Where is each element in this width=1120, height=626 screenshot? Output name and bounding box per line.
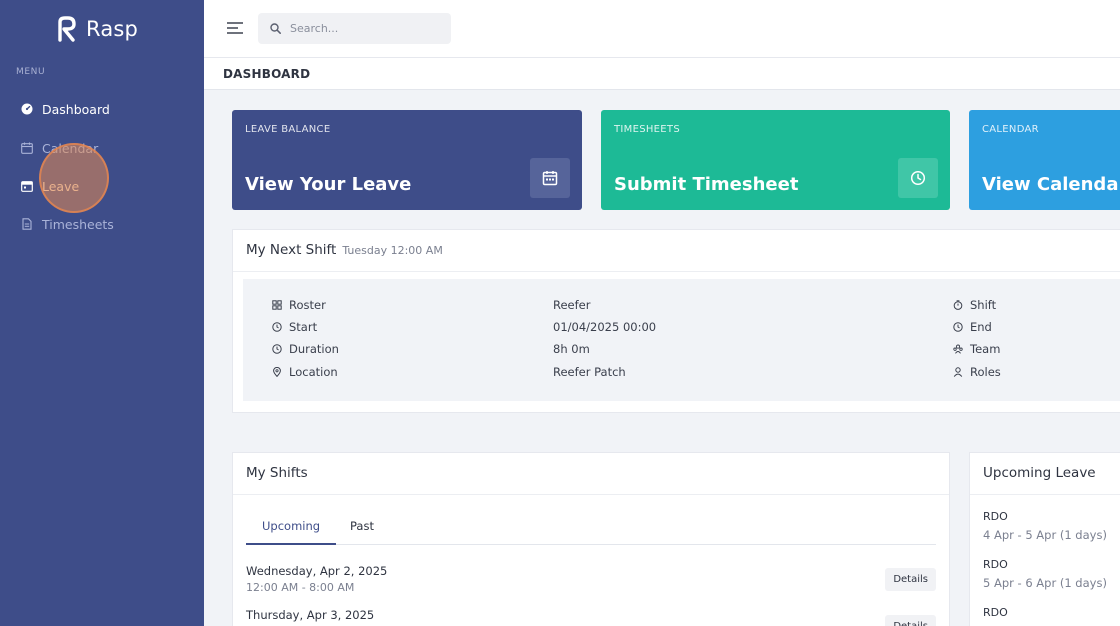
- panel-header: My Shifts: [233, 453, 949, 495]
- start-label: Start: [289, 320, 318, 334]
- menu-toggle-icon[interactable]: [226, 20, 244, 36]
- sidebar-item-label: Dashboard: [42, 101, 110, 117]
- start-row: Start: [272, 320, 317, 334]
- sidebar-item-leave[interactable]: Leave: [20, 175, 79, 197]
- panel-header: Upcoming Leave: [970, 453, 1120, 495]
- sidebar-item-label: Calendar: [42, 140, 99, 156]
- calendar-icon: [20, 142, 33, 155]
- rasp-logo-icon: [58, 16, 76, 42]
- end-label: End: [970, 320, 992, 334]
- sidebar-item-label: Timesheets: [42, 216, 114, 232]
- leave-icon: [20, 180, 33, 193]
- brand[interactable]: Rasp: [56, 14, 138, 44]
- roles-row: Roles: [953, 365, 1001, 379]
- card-title: Submit Timesheet: [614, 174, 799, 195]
- panel-title: My Next Shift Tuesday 12:00 AM: [246, 242, 443, 258]
- card-title: View Calendar: [982, 174, 1120, 195]
- location-row: Location: [272, 365, 338, 379]
- card-title: View Your Leave: [245, 174, 412, 195]
- sidebar-item-label: Leave: [42, 178, 80, 194]
- team-label: Team: [970, 342, 1001, 356]
- page-title: DASHBOARD: [223, 67, 311, 81]
- user-icon: [953, 367, 963, 377]
- leave-range: 4 Apr - 5 Apr (1 days): [983, 528, 1107, 542]
- clock-icon: [898, 158, 938, 198]
- leave-type: RDO: [983, 558, 1008, 571]
- leave-range: 5 Apr - 6 Apr (1 days): [983, 576, 1107, 590]
- my-shifts-panel: My Shifts Upcoming Past Wednesday, Apr 2…: [232, 452, 950, 626]
- location-value: Reefer Patch: [553, 365, 626, 379]
- shift-date: Thursday, Apr 3, 2025: [246, 608, 375, 622]
- clock-icon: [272, 322, 282, 332]
- shift-label: Shift: [970, 298, 997, 312]
- shift-date: Wednesday, Apr 2, 2025: [246, 564, 388, 578]
- shift-time: 12:00 AM - 8:00 AM: [246, 581, 355, 594]
- tab-past[interactable]: Past: [334, 515, 390, 545]
- roster-row: Roster: [272, 298, 326, 312]
- sidebar-item-dashboard[interactable]: Dashboard: [20, 98, 110, 120]
- roles-label: Roles: [970, 365, 1001, 379]
- list-item: RDO: [983, 606, 1008, 619]
- end-row: End: [953, 320, 992, 334]
- roster-icon: [272, 300, 282, 310]
- details-button[interactable]: Details: [885, 568, 936, 591]
- duration-value: 8h 0m: [553, 342, 590, 356]
- topbar: [204, 0, 1120, 58]
- calendar-card[interactable]: CALENDAR View Calendar: [969, 110, 1120, 210]
- sidebar-item-timesheets[interactable]: Timesheets: [20, 213, 114, 235]
- team-icon: [953, 344, 963, 354]
- next-shift-title: My Next Shift: [246, 242, 337, 258]
- clock-icon: [272, 344, 282, 354]
- leave-type: RDO: [983, 606, 1008, 619]
- timesheets-card[interactable]: TIMESHEETS Submit Timesheet: [601, 110, 950, 210]
- leave-type: RDO: [983, 510, 1008, 523]
- sidebar-item-calendar[interactable]: Calendar: [20, 137, 98, 159]
- clock-icon: [953, 322, 963, 332]
- sidebar: Rasp MENU Dashboard Calendar Leave Times…: [0, 0, 204, 626]
- details-button[interactable]: Details: [885, 615, 936, 626]
- next-shift-time: Tuesday 12:00 AM: [342, 244, 443, 257]
- start-value: 01/04/2025 00:00: [553, 320, 657, 334]
- roster-value: Reefer: [553, 298, 591, 312]
- duration-label: Duration: [289, 342, 339, 356]
- dashboard-icon: [20, 103, 33, 116]
- panel-header: My Next Shift Tuesday 12:00 AM: [233, 230, 1120, 272]
- search-icon: [270, 19, 281, 38]
- team-row: Team: [953, 342, 1000, 356]
- list-item: RDO 4 Apr - 5 Apr (1 days): [983, 510, 1107, 542]
- duration-row: Duration: [272, 342, 339, 356]
- menu-heading: MENU: [16, 67, 46, 77]
- list-item: Wednesday, Apr 2, 2025 12:00 AM - 8:00 A…: [246, 564, 936, 604]
- tab-upcoming[interactable]: Upcoming: [246, 515, 337, 545]
- shift-details: Roster Start Duration Location Reefer 01…: [243, 279, 1120, 401]
- location-icon: [272, 367, 282, 377]
- next-shift-panel: My Next Shift Tuesday 12:00 AM Roster Sta…: [232, 229, 1120, 413]
- search-input[interactable]: [290, 22, 430, 35]
- upcoming-leave-title: Upcoming Leave: [983, 465, 1096, 481]
- calendar-icon: [530, 158, 570, 198]
- card-label: CALENDAR: [982, 124, 1039, 135]
- search-box[interactable]: [258, 13, 451, 44]
- brand-name: Rasp: [86, 17, 139, 41]
- my-shifts-title: My Shifts: [246, 465, 308, 481]
- list-item: Thursday, Apr 3, 2025 Details: [246, 608, 936, 626]
- shift-row: Shift: [953, 298, 996, 312]
- timer-icon: [953, 300, 963, 310]
- location-label: Location: [289, 365, 338, 379]
- upcoming-leave-panel: Upcoming Leave RDO 4 Apr - 5 Apr (1 days…: [969, 452, 1120, 626]
- roster-label: Roster: [289, 298, 326, 312]
- page-title-bar: DASHBOARD: [204, 58, 1120, 90]
- shift-tabs: Upcoming Past: [246, 515, 936, 545]
- card-label: LEAVE BALANCE: [245, 124, 331, 135]
- card-label: TIMESHEETS: [614, 124, 680, 135]
- list-item: RDO 5 Apr - 6 Apr (1 days): [983, 558, 1107, 590]
- timesheet-icon: [20, 218, 33, 231]
- leave-balance-card[interactable]: LEAVE BALANCE View Your Leave: [232, 110, 582, 210]
